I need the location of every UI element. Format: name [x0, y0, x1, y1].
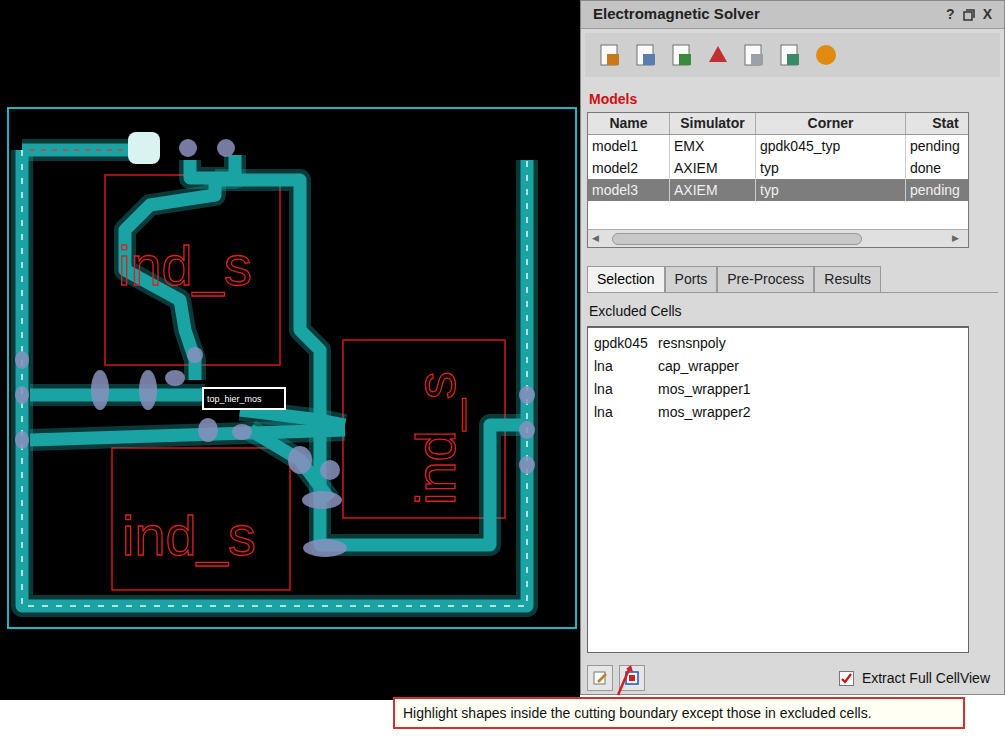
screen: ind_s ind_s ind_s top_hier_mos Electromagnet…: [0, 0, 1005, 752]
via: [165, 370, 185, 386]
check-icon: [840, 672, 853, 685]
table-header: NameSimulatorCornerStat: [588, 113, 968, 135]
via: [179, 139, 197, 157]
table-row[interactable]: model1EMXgpdk045_typpending: [588, 135, 968, 157]
excluded-cell-row[interactable]: lnamos_wrapper2: [588, 401, 968, 424]
wire: [250, 430, 330, 500]
excluded-cell-row[interactable]: lnacap_wrapper: [588, 355, 968, 378]
table-cell: AXIEM: [670, 179, 756, 201]
tooltip: Highlight shapes inside the cutting boun…: [393, 697, 965, 729]
pointer-arrow-icon: [612, 665, 636, 699]
via: [303, 539, 347, 557]
via: [519, 421, 535, 439]
wire: [30, 430, 345, 440]
dash-line: [22, 150, 527, 606]
table-cell: typ: [756, 179, 906, 201]
column-header[interactable]: Name: [588, 113, 670, 134]
via: [232, 424, 252, 440]
pad: [128, 132, 160, 164]
column-header[interactable]: Stat: [906, 113, 969, 134]
toolbar-icon[interactable]: [777, 42, 803, 68]
cutting-boundary: [8, 108, 576, 628]
table-cell: typ: [756, 157, 906, 179]
edit-button[interactable]: [587, 665, 613, 691]
excluded-cell-row[interactable]: gpdk045resnsnpoly: [588, 332, 968, 355]
inductor-label: ind_s: [122, 504, 256, 567]
em-solver-panel: Electromagnetic Solver? X Models NameSimula…: [580, 0, 1005, 695]
toolbar-icon[interactable]: [597, 42, 623, 68]
layout-canvas[interactable]: ind_s ind_s ind_s top_hier_mos: [0, 0, 578, 700]
via: [519, 386, 535, 404]
toolbar-icon[interactable]: [741, 42, 767, 68]
scroll-thumb[interactable]: [612, 233, 862, 245]
column-header[interactable]: Corner: [756, 113, 906, 134]
extract-full-checkbox[interactable]: Extract Full CellView: [839, 668, 998, 689]
bottom-bar: Extract Full CellView: [587, 665, 998, 691]
models-table: NameSimulatorCornerStatmodel1EMXgpdk045_…: [587, 112, 969, 248]
panel-title: Electromagnetic Solver: [593, 3, 760, 26]
checkbox[interactable]: [839, 671, 854, 686]
table-cell: gpdk045_typ: [756, 135, 906, 157]
toolbar: [585, 33, 1000, 77]
tab[interactable]: Ports: [665, 266, 718, 292]
table-cell: pending: [906, 135, 969, 157]
help-button[interactable]: ?: [946, 4, 955, 25]
tab[interactable]: Selection: [587, 266, 665, 292]
excluded-cell-row[interactable]: lnamos_wrapper1: [588, 378, 968, 401]
inductor-label: ind_s: [118, 234, 252, 297]
title-bar: Electromagnetic Solver? X: [581, 1, 1004, 29]
inductor-boundary: [112, 448, 290, 590]
table-row[interactable]: model3AXIEMtyppending: [588, 179, 968, 201]
instance-label: top_hier_mos: [203, 388, 285, 409]
via: [288, 446, 312, 474]
via: [15, 386, 29, 404]
inductor-label: ind_s: [404, 371, 467, 505]
via: [519, 456, 535, 474]
table-row[interactable]: model2AXIEMtypdone: [588, 157, 968, 179]
dash-line: [30, 149, 130, 151]
horizontal-scrollbar[interactable]: ◀▶: [588, 229, 968, 247]
toolbar-icon[interactable]: [813, 42, 839, 68]
via: [217, 139, 235, 157]
via: [198, 418, 218, 442]
table-cell: model2: [588, 157, 670, 179]
tab[interactable]: Results: [814, 266, 881, 292]
layout-view[interactable]: ind_s ind_s ind_s top_hier_mos: [0, 0, 580, 700]
via: [187, 347, 203, 363]
via: [15, 351, 29, 369]
toolbar-icon[interactable]: [633, 42, 659, 68]
table-cell: AXIEM: [670, 157, 756, 179]
table-cell: done: [906, 157, 969, 179]
via: [139, 370, 157, 410]
table-cell: EMX: [670, 135, 756, 157]
tab[interactable]: Pre-Process: [717, 266, 814, 292]
tab-bar: SelectionPortsPre-ProcessResults: [587, 266, 998, 293]
table-cell: model3: [588, 179, 670, 201]
close-button[interactable]: X: [983, 4, 992, 25]
via: [91, 370, 109, 410]
table-cell: pending: [906, 179, 969, 201]
toolbar-icon[interactable]: [705, 42, 731, 68]
svg-text:top_hier_mos: top_hier_mos: [207, 394, 262, 404]
toolbar-icon[interactable]: [669, 42, 695, 68]
wire: [22, 150, 527, 606]
edit-icon: [592, 670, 608, 686]
column-header[interactable]: Simulator: [670, 113, 756, 134]
via: [15, 431, 29, 449]
via: [302, 491, 342, 509]
wire: [215, 180, 320, 420]
excluded-list: gpdk045resnsnpolylnacap_wrapperlnamos_wr…: [587, 326, 969, 653]
excluded-label: Excluded Cells: [581, 301, 1004, 322]
wire: [30, 395, 205, 396]
table-cell: model1: [588, 135, 670, 157]
via: [320, 460, 340, 480]
models-label: Models: [581, 89, 1004, 110]
restore-icon[interactable]: [963, 9, 975, 21]
